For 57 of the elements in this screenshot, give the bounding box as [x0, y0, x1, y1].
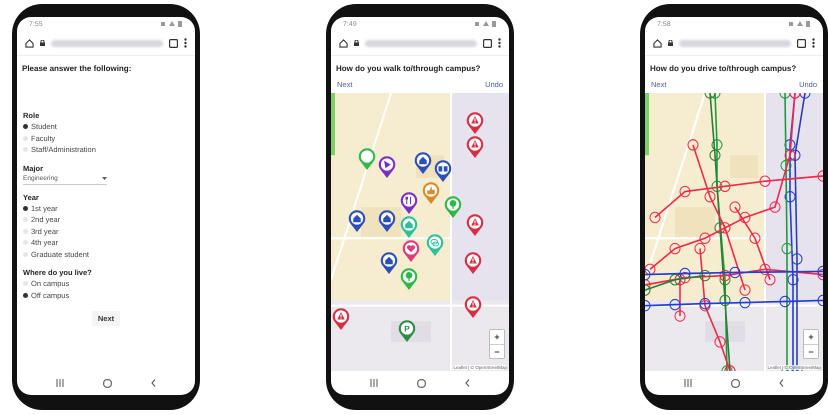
- warning-pin-icon[interactable]: [466, 112, 484, 135]
- tree-pin-icon[interactable]: [444, 196, 462, 219]
- radio-button[interactable]: [23, 217, 28, 222]
- recents-icon[interactable]: [56, 379, 64, 387]
- house-pin-icon[interactable]: [378, 210, 396, 233]
- heart-pin-icon[interactable]: [402, 240, 420, 263]
- house-pin-icon[interactable]: [380, 252, 398, 275]
- caret-icon: [102, 177, 107, 180]
- home-icon[interactable]: [25, 38, 34, 48]
- zoom-out-button[interactable]: −: [804, 344, 818, 358]
- menu-icon[interactable]: [812, 38, 815, 48]
- tabs-icon[interactable]: [169, 38, 178, 48]
- question-title: How do you drive to/through campus?: [649, 63, 798, 73]
- back-icon[interactable]: [778, 379, 784, 387]
- home-button-icon[interactable]: [102, 378, 112, 388]
- recents-icon[interactable]: [370, 379, 378, 387]
- menu-icon[interactable]: [184, 38, 187, 48]
- zoom-out-button[interactable]: −: [490, 344, 504, 358]
- parking-pin-icon[interactable]: P: [398, 320, 416, 343]
- back-icon[interactable]: [464, 379, 470, 387]
- radio-button[interactable]: [23, 292, 28, 298]
- home-button-icon[interactable]: [730, 378, 740, 388]
- radio-button[interactable]: [23, 147, 28, 152]
- status-icons: [475, 21, 497, 27]
- status-icons: [789, 21, 811, 27]
- house-pin-icon[interactable]: [414, 152, 432, 175]
- lock-icon: [668, 40, 673, 46]
- home-icon[interactable]: [339, 38, 348, 48]
- warning-pin-icon[interactable]: [466, 214, 484, 237]
- warning-pin-icon[interactable]: [466, 136, 484, 159]
- cutlery-pin-icon[interactable]: [400, 192, 418, 215]
- home-button-icon[interactable]: [416, 378, 426, 388]
- radio-button[interactable]: [23, 252, 28, 257]
- tabs-icon[interactable]: [797, 38, 806, 48]
- warning-pin-icon[interactable]: [464, 296, 482, 319]
- back-icon[interactable]: [150, 379, 156, 387]
- book-pin-icon[interactable]: [434, 160, 452, 183]
- warning-pin-icon[interactable]: [464, 252, 482, 275]
- play-pin-icon[interactable]: [378, 156, 396, 179]
- radio-button[interactable]: [23, 136, 28, 141]
- radio-button[interactable]: [23, 124, 28, 130]
- radio-button[interactable]: [23, 240, 28, 246]
- house-pin-icon[interactable]: [348, 210, 366, 233]
- thumbs-up-pin-icon[interactable]: [422, 182, 440, 205]
- tabs-icon[interactable]: [483, 38, 492, 48]
- status-icons: [161, 21, 183, 27]
- radio-button[interactable]: [23, 206, 28, 211]
- radio-button[interactable]: [23, 281, 28, 286]
- lock-icon: [40, 40, 45, 46]
- question-title: How do you walk to/through campus?: [335, 63, 482, 73]
- question-title: Please answer the following:: [21, 63, 132, 73]
- home-icon[interactable]: [653, 38, 662, 48]
- warning-pin-icon[interactable]: [332, 308, 350, 331]
- recents-icon[interactable]: [684, 379, 692, 387]
- radio-button[interactable]: [23, 228, 28, 234]
- menu-icon[interactable]: [498, 38, 501, 48]
- lock-icon: [354, 40, 359, 46]
